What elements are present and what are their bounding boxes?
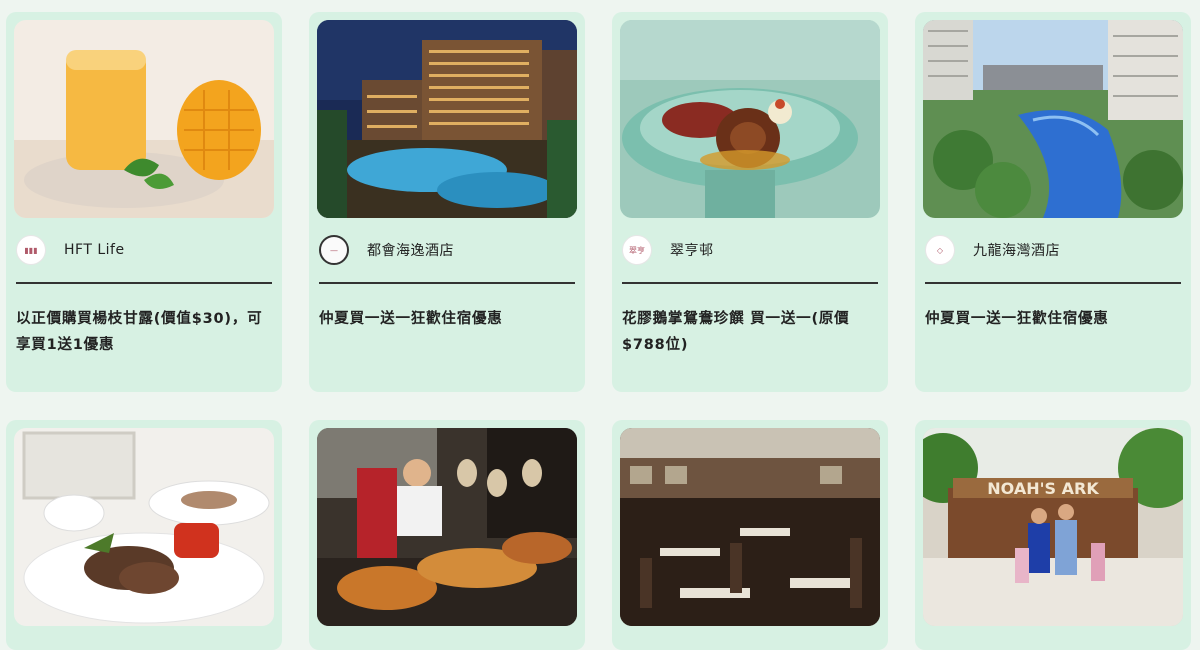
divider (319, 282, 575, 284)
divider (16, 282, 272, 284)
hotel-pool-night-image (317, 20, 577, 218)
divider (925, 282, 1181, 284)
buffet-chef-image (317, 428, 577, 626)
merchant-name: 都會海逸酒店 (367, 243, 454, 259)
abalone-dish-image (620, 20, 880, 218)
deal-text: 仲夏買一送一狂歡住宿優惠 (925, 311, 1109, 327)
offer-card[interactable]: 翠亨 翠亨邨 花膠鵝掌鴛鴦珍饌 買一送一(原價$788位) (612, 12, 888, 392)
noahs-ark-family-image: NOAH'S ARK (923, 428, 1183, 626)
merchant-info: ◇ 九龍海灣酒店 (923, 218, 1183, 282)
merchant-info: ▮▮▮ HFT Life (14, 218, 274, 282)
merchant-logo: ◇ (925, 235, 955, 265)
offer-card[interactable]: ▮▮▮ HFT Life 以正價購買楊枝甘露(價值$30)，可享買1送1優惠 (6, 12, 282, 392)
offer-card[interactable]: NOAH'S ARK (915, 420, 1191, 650)
deal-text: 以正價購買楊枝甘露(價值$30)，可享買1送1優惠 (16, 311, 263, 353)
restaurant-interior-image (620, 428, 880, 626)
merchant-logo: 翠亨 (622, 235, 652, 265)
offer-card[interactable]: ◇ 九龍海灣酒店 仲夏買一送一狂歡住宿優惠 (915, 12, 1191, 392)
deal-text: 仲夏買一送一狂歡住宿優惠 (319, 311, 503, 327)
offers-grid: ▮▮▮ HFT Life 以正價購買楊枝甘露(價值$30)，可享買1送1優惠 —… (0, 0, 1200, 650)
offer-card[interactable] (309, 420, 585, 650)
mango-dessert-image (14, 20, 274, 218)
merchant-logo: — (319, 235, 349, 265)
merchant-info: — 都會海逸酒店 (317, 218, 577, 282)
deal-text: 花膠鵝掌鴛鴦珍饌 買一送一(原價$788位) (622, 311, 850, 353)
offer-card[interactable] (6, 420, 282, 650)
merchant-name: 九龍海灣酒店 (973, 243, 1060, 259)
noahs-ark-sign: NOAH'S ARK (987, 479, 1099, 498)
divider (622, 282, 878, 284)
merchant-name: HFT Life (64, 242, 125, 258)
offer-card[interactable] (612, 420, 888, 650)
offer-card[interactable]: — 都會海逸酒店 仲夏買一送一狂歡住宿優惠 (309, 12, 585, 392)
lamb-chop-plate-image (14, 428, 274, 626)
merchant-logo: ▮▮▮ (16, 235, 46, 265)
merchant-name: 翠亨邨 (670, 243, 714, 259)
resort-pool-image (923, 20, 1183, 218)
merchant-info: 翠亨 翠亨邨 (620, 218, 880, 282)
